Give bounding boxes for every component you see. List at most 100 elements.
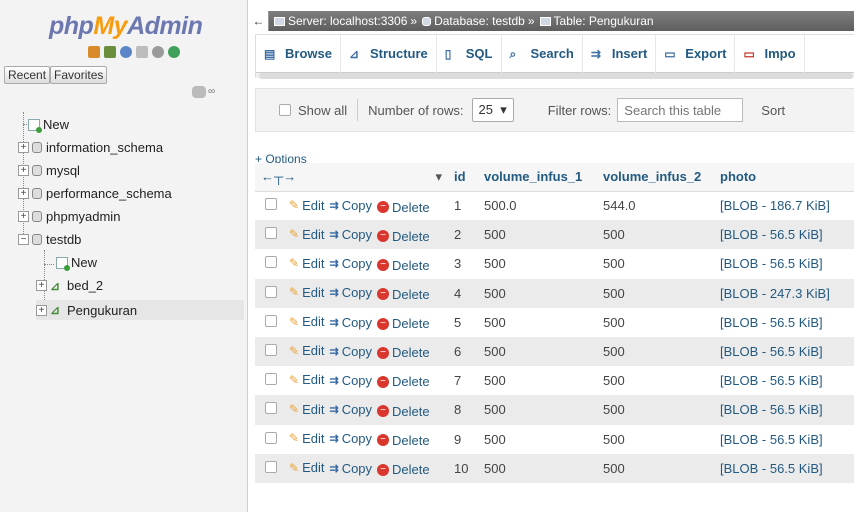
tab-import[interactable]: ▭ Impo — [735, 34, 805, 73]
filter-rows-input[interactable] — [617, 98, 744, 122]
cell-id[interactable]: 5 — [448, 308, 478, 337]
expand-icon[interactable]: + — [18, 188, 29, 199]
cell-id[interactable]: 7 — [448, 366, 478, 395]
cell-id[interactable]: 2 — [448, 220, 478, 250]
help-icon[interactable] — [120, 46, 132, 58]
cell-id[interactable]: 4 — [448, 278, 478, 308]
edit-button[interactable]: ✎ Edit — [289, 227, 324, 242]
copy-button[interactable]: ⇉ Copy — [329, 227, 372, 242]
show-all-checkbox[interactable] — [279, 104, 291, 116]
cell-id[interactable]: 9 — [448, 425, 478, 454]
cell-photo[interactable]: [BLOB - 56.5 KiB] — [714, 336, 854, 367]
tab-insert[interactable]: ⇉ Insert — [583, 34, 657, 73]
edit-button[interactable]: ✎ Edit — [289, 343, 324, 358]
tree-item-phpmyadmin[interactable]: + phpmyadmin — [18, 209, 120, 224]
cell-volume-infus-2[interactable]: 500 — [597, 395, 714, 425]
cell-volume-infus-2[interactable]: 500 — [597, 308, 714, 337]
tree-item-performance-schema[interactable]: + performance_schema — [18, 186, 172, 201]
cell-photo[interactable]: [BLOB - 56.5 KiB] — [714, 395, 854, 425]
cell-volume-infus-2[interactable]: 500 — [597, 453, 714, 483]
tree-item-testdb[interactable]: − testdb — [18, 232, 81, 247]
tree-item-new[interactable]: New — [28, 117, 69, 133]
copy-button[interactable]: ⇉ Copy — [329, 431, 372, 446]
cell-volume-infus-1[interactable]: 500 — [478, 308, 597, 337]
collapse-icon[interactable]: − — [18, 234, 29, 245]
tabs-scrollbar[interactable] — [259, 73, 853, 79]
row-checkbox[interactable] — [265, 431, 277, 444]
cell-volume-infus-1[interactable]: 500 — [478, 453, 597, 483]
cell-volume-infus-1[interactable]: 500 — [478, 366, 597, 395]
copy-button[interactable]: ⇉ Copy — [329, 256, 372, 271]
row-checkbox[interactable] — [265, 227, 277, 240]
cell-volume-infus-1[interactable]: 500 — [478, 425, 597, 454]
cell-volume-infus-2[interactable]: 500 — [597, 336, 714, 367]
column-resize-icon[interactable]: ←┬→ — [261, 169, 296, 184]
cell-id[interactable]: 8 — [448, 395, 478, 425]
cell-volume-infus-1[interactable]: 500 — [478, 336, 597, 367]
home-icon[interactable] — [88, 46, 100, 58]
cell-volume-infus-2[interactable]: 500 — [597, 366, 714, 395]
edit-button[interactable]: ✎ Edit — [289, 402, 324, 417]
copy-button[interactable]: ⇉ Copy — [329, 315, 372, 330]
docs-icon[interactable] — [136, 46, 148, 58]
expand-icon[interactable]: + — [36, 280, 47, 291]
row-checkbox[interactable] — [265, 314, 277, 327]
cell-volume-infus-2[interactable]: 544.0 — [597, 191, 714, 220]
tree-item-bed-2[interactable]: + ⊿ bed_2 — [36, 278, 103, 293]
cell-volume-infus-2[interactable]: 500 — [597, 249, 714, 278]
delete-button[interactable]: − Delete — [377, 258, 430, 273]
column-header-volume-infus-1[interactable]: volume_infus_1 — [478, 163, 597, 192]
tree-item-information-schema[interactable]: + information_schema — [18, 140, 163, 155]
column-header-id[interactable]: id — [448, 163, 478, 192]
settings-icon[interactable] — [152, 46, 164, 58]
cell-id[interactable]: 1 — [448, 191, 478, 220]
tab-browse[interactable]: ▤ Browse — [256, 34, 341, 73]
cell-volume-infus-1[interactable]: 500 — [478, 395, 597, 425]
delete-button[interactable]: − Delete — [377, 404, 430, 419]
cell-photo[interactable]: [BLOB - 56.5 KiB] — [714, 249, 854, 278]
cell-photo[interactable]: [BLOB - 56.5 KiB] — [714, 425, 854, 454]
recent-button[interactable]: Recent — [4, 66, 51, 84]
phpmyadmin-logo[interactable]: phpMyAdmin — [49, 12, 203, 41]
back-arrow-icon[interactable]: ← — [249, 11, 269, 31]
tree-item-mysql[interactable]: + mysql — [18, 163, 80, 178]
delete-button[interactable]: − Delete — [377, 200, 430, 215]
cell-photo[interactable]: [BLOB - 56.5 KiB] — [714, 366, 854, 395]
copy-button[interactable]: ⇉ Copy — [329, 373, 372, 388]
delete-button[interactable]: − Delete — [377, 316, 430, 331]
rows-select[interactable]: 25 ▾ — [471, 98, 514, 122]
copy-button[interactable]: ⇉ Copy — [329, 285, 372, 300]
tree-item-pengukuran[interactable]: + ⊿ Pengukuran — [36, 300, 244, 320]
cell-volume-infus-2[interactable]: 500 — [597, 220, 714, 250]
cell-volume-infus-1[interactable]: 500 — [478, 278, 597, 308]
sql-icon[interactable] — [104, 46, 116, 58]
copy-button[interactable]: ⇉ Copy — [329, 344, 372, 359]
row-checkbox[interactable] — [265, 198, 277, 211]
edit-button[interactable]: ✎ Edit — [289, 460, 324, 475]
delete-button[interactable]: − Delete — [377, 433, 430, 448]
delete-button[interactable]: − Delete — [377, 345, 430, 360]
row-checkbox[interactable] — [265, 285, 277, 298]
reload-icon[interactable] — [168, 46, 180, 58]
delete-button[interactable]: − Delete — [377, 287, 430, 302]
cell-photo[interactable]: [BLOB - 56.5 KiB] — [714, 220, 854, 250]
cell-id[interactable]: 10 — [448, 453, 478, 483]
cell-id[interactable]: 6 — [448, 336, 478, 367]
row-checkbox[interactable] — [265, 373, 277, 386]
row-checkbox[interactable] — [265, 256, 277, 269]
expand-icon[interactable]: + — [18, 142, 29, 153]
cell-volume-infus-1[interactable]: 500 — [478, 249, 597, 278]
cell-volume-infus-1[interactable]: 500 — [478, 220, 597, 250]
cell-photo[interactable]: [BLOB - 56.5 KiB] — [714, 308, 854, 337]
edit-button[interactable]: ✎ Edit — [289, 372, 324, 387]
expand-icon[interactable]: + — [18, 165, 29, 176]
cell-photo[interactable]: [BLOB - 56.5 KiB] — [714, 453, 854, 483]
edit-button[interactable]: ✎ Edit — [289, 285, 324, 300]
row-checkbox[interactable] — [265, 344, 277, 357]
cell-id[interactable]: 3 — [448, 249, 478, 278]
tab-sql[interactable]: ▯ SQL — [437, 34, 502, 73]
breadcrumb-table[interactable]: Table: Pengukuran — [539, 14, 654, 28]
favorites-button[interactable]: Favorites — [50, 66, 108, 84]
cell-volume-infus-2[interactable]: 500 — [597, 425, 714, 454]
tab-export[interactable]: ▭ Export — [656, 34, 736, 73]
